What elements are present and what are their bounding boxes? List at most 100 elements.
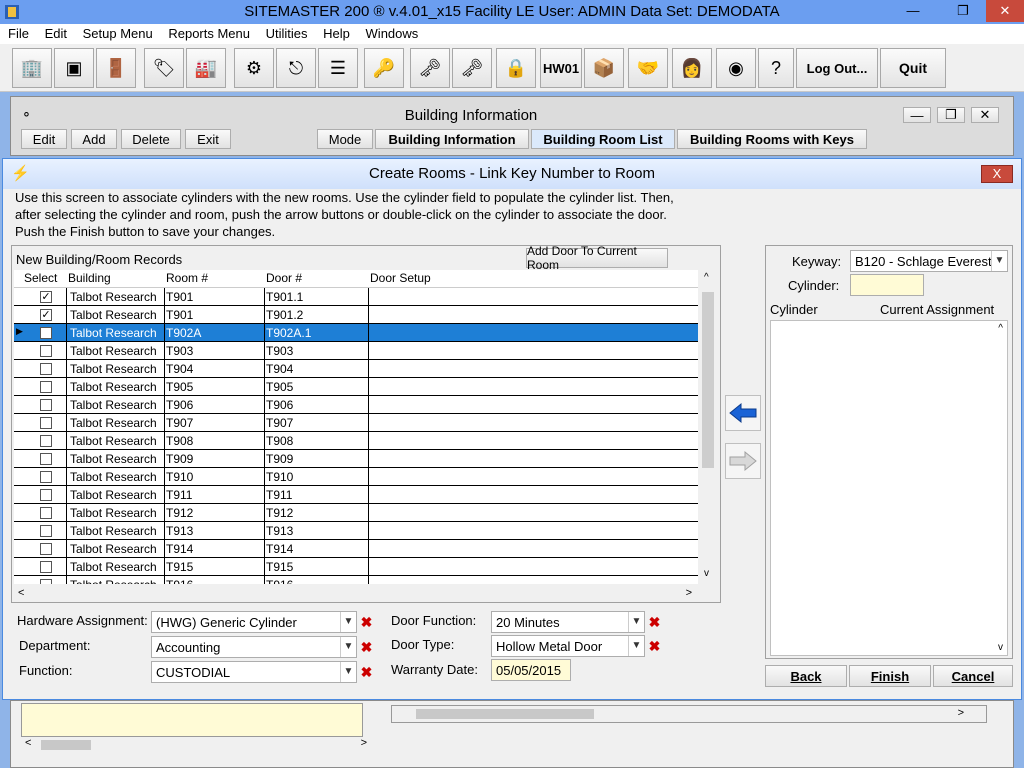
cylinder-list[interactable]: ^ v <box>770 320 1008 656</box>
col-building[interactable]: Building <box>68 271 111 285</box>
chevron-down-icon[interactable]: ▼ <box>991 251 1007 271</box>
select-checkbox[interactable]: ✓ <box>40 309 52 321</box>
help-icon[interactable]: ? <box>758 48 794 88</box>
keyway-select[interactable]: B120 - Schlage Everest ▼ <box>850 250 1008 272</box>
hierarchy-icon[interactable]: ☰ <box>318 48 358 88</box>
menu-utilities[interactable]: Utilities <box>258 24 312 41</box>
add-door-button[interactable]: Add Door To Current Room <box>526 244 668 272</box>
keyring-icon[interactable]: 🗝 <box>452 48 492 88</box>
finish-button[interactable]: Finish <box>849 665 931 687</box>
table-row[interactable]: Talbot Research T915 T915 <box>14 558 698 576</box>
chevron-down-icon[interactable]: ▼ <box>340 637 356 657</box>
table-row[interactable]: Talbot Research T910 T910 <box>14 468 698 486</box>
unassign-arrow-button[interactable] <box>725 443 761 479</box>
sitemaster-logo-icon[interactable]: ◉ <box>716 48 756 88</box>
menu-file[interactable]: File <box>0 24 33 41</box>
cylinder-input[interactable] <box>850 274 924 296</box>
padlock-keys-icon[interactable]: 🗝 <box>410 48 450 88</box>
chevron-down-icon[interactable]: ▼ <box>340 662 356 682</box>
restore-icon[interactable]: ❐ <box>948 0 978 22</box>
hardware-select[interactable]: (HWG) Generic Cylinder ▼ <box>151 611 357 633</box>
mode-button[interactable]: Mode <box>317 129 373 149</box>
add-button[interactable]: Add <box>71 129 117 149</box>
quit-button[interactable]: Quit <box>880 48 946 88</box>
factory-icon[interactable]: 🏭 <box>186 48 226 88</box>
menu-edit[interactable]: Edit <box>37 24 71 41</box>
logout-button[interactable]: Log Out... <box>796 48 878 88</box>
person-icon[interactable]: 👩 <box>672 48 712 88</box>
col-room[interactable]: Room # <box>166 271 208 285</box>
clear-function-icon[interactable]: ✖ <box>359 663 374 681</box>
select-checkbox[interactable] <box>40 489 52 501</box>
hw-button[interactable]: HW01 <box>540 48 582 88</box>
close-icon[interactable]: ✕ <box>986 0 1024 22</box>
select-checkbox[interactable] <box>40 435 52 447</box>
select-checkbox[interactable] <box>40 543 52 555</box>
building-icon[interactable]: 🏢 <box>12 48 52 88</box>
select-checkbox[interactable]: ✓ <box>40 327 52 339</box>
select-checkbox[interactable] <box>40 363 52 375</box>
door-function-select[interactable]: 20 Minutes ▼ <box>491 611 645 633</box>
clear-department-icon[interactable]: ✖ <box>359 638 374 656</box>
grid-horizontal-scrollbar[interactable]: < > <box>14 586 698 602</box>
select-checkbox[interactable] <box>40 561 52 573</box>
assign-arrow-button[interactable] <box>725 395 761 431</box>
key-blank-icon[interactable]: ⎋ <box>276 48 316 88</box>
select-checkbox[interactable] <box>40 345 52 357</box>
scroll-left-icon[interactable]: < <box>25 737 31 749</box>
select-checkbox[interactable] <box>40 471 52 483</box>
menu-windows[interactable]: Windows <box>358 24 423 41</box>
key-icon[interactable]: 🔑 <box>364 48 404 88</box>
table-row[interactable]: ▶ ✓ Talbot Research T902A T902A.1 <box>14 324 698 342</box>
tab-building-information[interactable]: Building Information <box>375 129 529 149</box>
col-door[interactable]: Door # <box>266 271 302 285</box>
table-row[interactable]: ✓ Talbot Research T901 T901.2 <box>14 306 698 324</box>
clear-hardware-icon[interactable]: ✖ <box>359 613 374 631</box>
chevron-down-icon[interactable]: ▼ <box>628 636 644 656</box>
scroll-up-icon[interactable]: ^ <box>998 323 1003 334</box>
scroll-right-icon[interactable]: > <box>686 587 692 599</box>
delete-button[interactable]: Delete <box>121 129 181 149</box>
scroll-down-icon[interactable]: v <box>998 642 1003 653</box>
lock-icon[interactable]: 🔒 <box>496 48 536 88</box>
menu-setup[interactable]: Setup Menu <box>75 24 157 41</box>
tag-icon[interactable]: 🏷 <box>144 48 184 88</box>
table-row[interactable]: Talbot Research T912 T912 <box>14 504 698 522</box>
table-row[interactable]: Talbot Research T909 T909 <box>14 450 698 468</box>
select-checkbox[interactable] <box>40 507 52 519</box>
grid-vertical-scrollbar[interactable]: ^ v <box>700 270 716 584</box>
chevron-down-icon[interactable]: ▼ <box>340 612 356 632</box>
table-row[interactable]: Talbot Research T904 T904 <box>14 360 698 378</box>
back-button[interactable]: Back <box>765 665 847 687</box>
select-checkbox[interactable] <box>40 417 52 429</box>
cancel-button[interactable]: Cancel <box>933 665 1013 687</box>
table-row[interactable]: Talbot Research T913 T913 <box>14 522 698 540</box>
vscroll-thumb[interactable] <box>702 292 714 468</box>
floorplan-icon[interactable]: ▣ <box>54 48 94 88</box>
handshake-icon[interactable]: 🤝 <box>628 48 668 88</box>
chevron-down-icon[interactable]: ▼ <box>628 612 644 632</box>
department-select[interactable]: Accounting ▼ <box>151 636 357 658</box>
minimize-icon[interactable]: — <box>898 0 928 22</box>
bg-right-scrollbar[interactable]: > <box>391 705 987 723</box>
table-row[interactable]: Talbot Research T916 T916 <box>14 576 698 584</box>
box-icon[interactable]: 📦 <box>584 48 624 88</box>
gears-icon[interactable]: ⚙ <box>234 48 274 88</box>
select-checkbox[interactable] <box>40 399 52 411</box>
exit-button[interactable]: Exit <box>185 129 231 149</box>
table-row[interactable]: Talbot Research T914 T914 <box>14 540 698 558</box>
table-row[interactable]: ✓ Talbot Research T901 T901.1 <box>14 288 698 306</box>
table-row[interactable]: Talbot Research T908 T908 <box>14 432 698 450</box>
table-row[interactable]: Talbot Research T903 T903 <box>14 342 698 360</box>
select-checkbox[interactable] <box>40 525 52 537</box>
function-select[interactable]: CUSTODIAL ▼ <box>151 661 357 683</box>
dialog-close-button[interactable]: X <box>981 165 1013 183</box>
scroll-down-icon[interactable]: v <box>704 568 709 579</box>
select-checkbox[interactable] <box>40 579 52 584</box>
scroll-right-icon[interactable]: > <box>958 707 964 719</box>
warranty-date-field[interactable]: 05/05/2015 <box>491 659 571 681</box>
select-checkbox[interactable]: ✓ <box>40 291 52 303</box>
menu-reports[interactable]: Reports Menu <box>160 24 254 41</box>
bg-close-icon[interactable]: ✕ <box>971 107 999 123</box>
scroll-right-icon[interactable]: > <box>361 737 367 749</box>
